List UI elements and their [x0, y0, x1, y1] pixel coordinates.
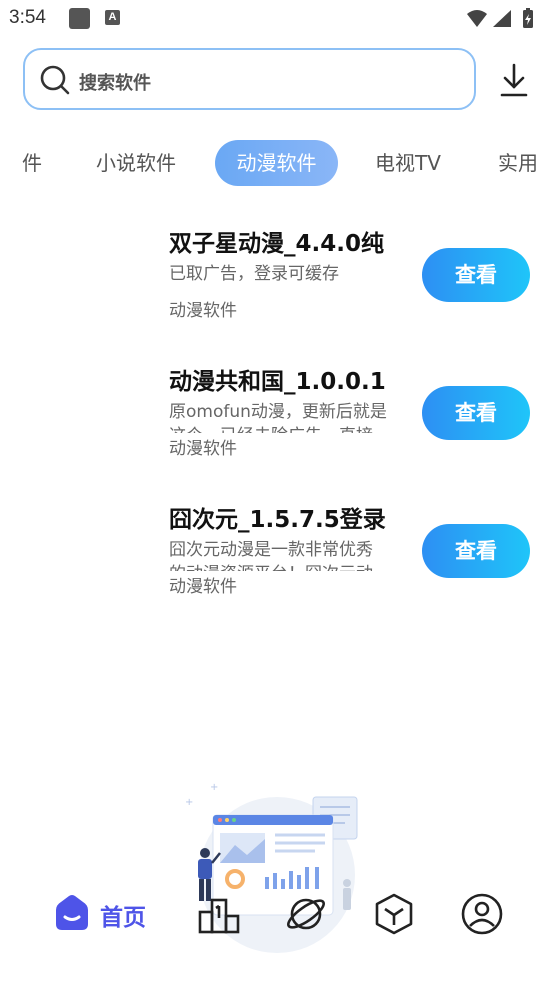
bottom-nav: 首页 — [0, 880, 553, 950]
status-time: 3:54 — [9, 7, 46, 28]
tab-anime-software[interactable]: 动漫软件 — [215, 140, 338, 186]
view-button[interactable]: 查看 — [422, 248, 530, 302]
app-category: 动漫软件 — [169, 439, 237, 459]
view-button[interactable]: 查看 — [422, 524, 530, 578]
app-description: 已取广告，登录可缓存 — [169, 264, 339, 284]
tab-software[interactable]: 件 — [22, 140, 42, 186]
list-item[interactable]: 双子星动漫_4.4.0纯 已取广告，登录可缓存 动漫软件 查看 — [0, 224, 553, 344]
tab-utility[interactable]: 实用 — [498, 140, 538, 186]
list-item[interactable]: 囧次元_1.5.7.5登录 囧次元动漫是一款非常优秀 的动漫资源平台！囧次元动 … — [0, 500, 553, 620]
ranking-icon — [198, 898, 240, 934]
app-description-line2: 的动漫资源平台！囧次元动 — [169, 562, 404, 571]
app-description-line2: 这个，已经去除广告，直接 — [169, 424, 404, 433]
profile-icon — [461, 893, 503, 935]
wifi-icon — [467, 10, 487, 27]
category-tabs: 件 小说软件 动漫软件 电视TV 实用 — [0, 140, 553, 188]
search-icon — [40, 65, 70, 95]
view-button[interactable]: 查看 — [422, 386, 530, 440]
svg-text:+: + — [185, 797, 193, 808]
tab-tv[interactable]: 电视TV — [375, 140, 441, 186]
svg-text:+: + — [210, 782, 218, 793]
nav-home[interactable]: 首页 — [52, 892, 162, 936]
search-input[interactable]: 搜索软件 — [23, 48, 476, 110]
download-icon[interactable] — [499, 62, 529, 98]
app-category: 动漫软件 — [169, 577, 237, 597]
list-item[interactable]: 动漫共和国_1.0.0.1 原omofun动漫，更新后就是 这个，已经去除广告，… — [0, 362, 553, 482]
signal-icon — [493, 10, 511, 27]
nav-discover[interactable] — [284, 892, 328, 936]
nav-profile[interactable] — [460, 892, 504, 936]
notification-square-icon — [69, 8, 90, 29]
app-name: 双子星动漫_4.4.0纯 — [169, 231, 384, 257]
nav-home-label: 首页 — [100, 905, 146, 931]
search-placeholder: 搜索软件 — [79, 73, 151, 94]
app-description: 囧次元动漫是一款非常优秀 — [169, 540, 373, 560]
app-name: 囧次元_1.5.7.5登录 — [169, 507, 386, 533]
status-bar: 3:54 A — [0, 0, 553, 38]
app-category: 动漫软件 — [169, 301, 237, 321]
nav-ranking[interactable] — [197, 892, 241, 936]
nav-apps[interactable] — [372, 892, 416, 936]
home-icon — [56, 895, 88, 930]
app-name: 动漫共和国_1.0.0.1 — [169, 369, 386, 395]
app-description: 原omofun动漫，更新后就是 — [169, 402, 387, 422]
cube-icon — [375, 893, 413, 935]
planet-icon — [287, 898, 325, 930]
tab-novel-software[interactable]: 小说软件 — [96, 140, 176, 186]
status-icons — [467, 8, 533, 28]
notification-a-icon: A — [105, 10, 120, 25]
